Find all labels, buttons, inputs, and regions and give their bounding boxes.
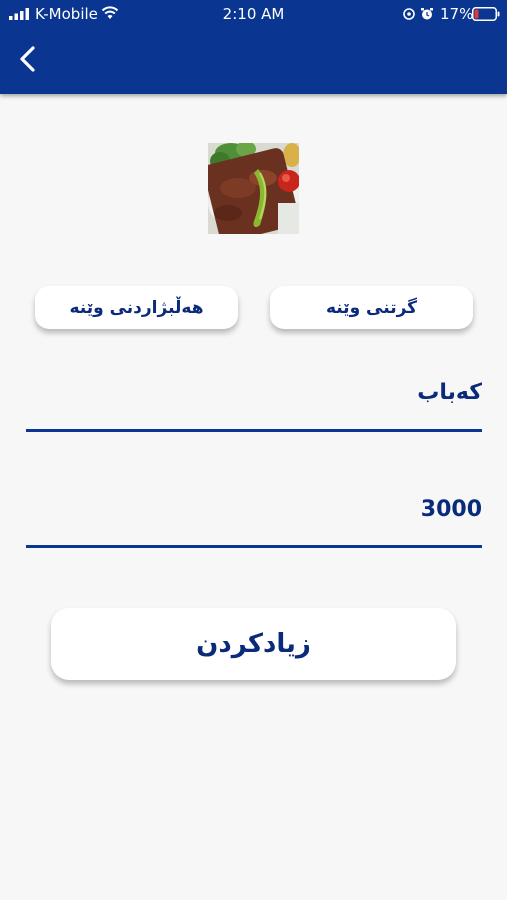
add-button-label: زیادکردن — [196, 629, 311, 659]
alarm-icon — [403, 8, 433, 20]
take-image-label: گرتنی وێنە — [325, 297, 418, 318]
app-header: K-Mobile 2:10 AM 17% — [0, 0, 507, 94]
food-name-field — [26, 370, 482, 432]
take-image-button[interactable]: گرتنی وێنە — [270, 286, 473, 329]
price-input[interactable] — [26, 487, 482, 531]
add-button[interactable]: زیادکردن — [51, 608, 456, 680]
food-photo — [208, 143, 299, 234]
status-bar: K-Mobile 2:10 AM 17% — [0, 0, 507, 28]
price-field — [26, 487, 482, 548]
back-chevron-icon[interactable] — [12, 42, 44, 76]
choose-image-button[interactable]: هەڵبژاردنی وێنە — [35, 286, 238, 329]
battery-percentage: 17% — [440, 5, 474, 23]
choose-image-label: هەڵبژاردنی وێنە — [69, 297, 204, 318]
battery-icon — [472, 7, 500, 21]
app-screen: K-Mobile 2:10 AM 17% هەڵبژاردنی وێنە گرت… — [0, 0, 507, 900]
food-name-input[interactable] — [26, 370, 482, 414]
